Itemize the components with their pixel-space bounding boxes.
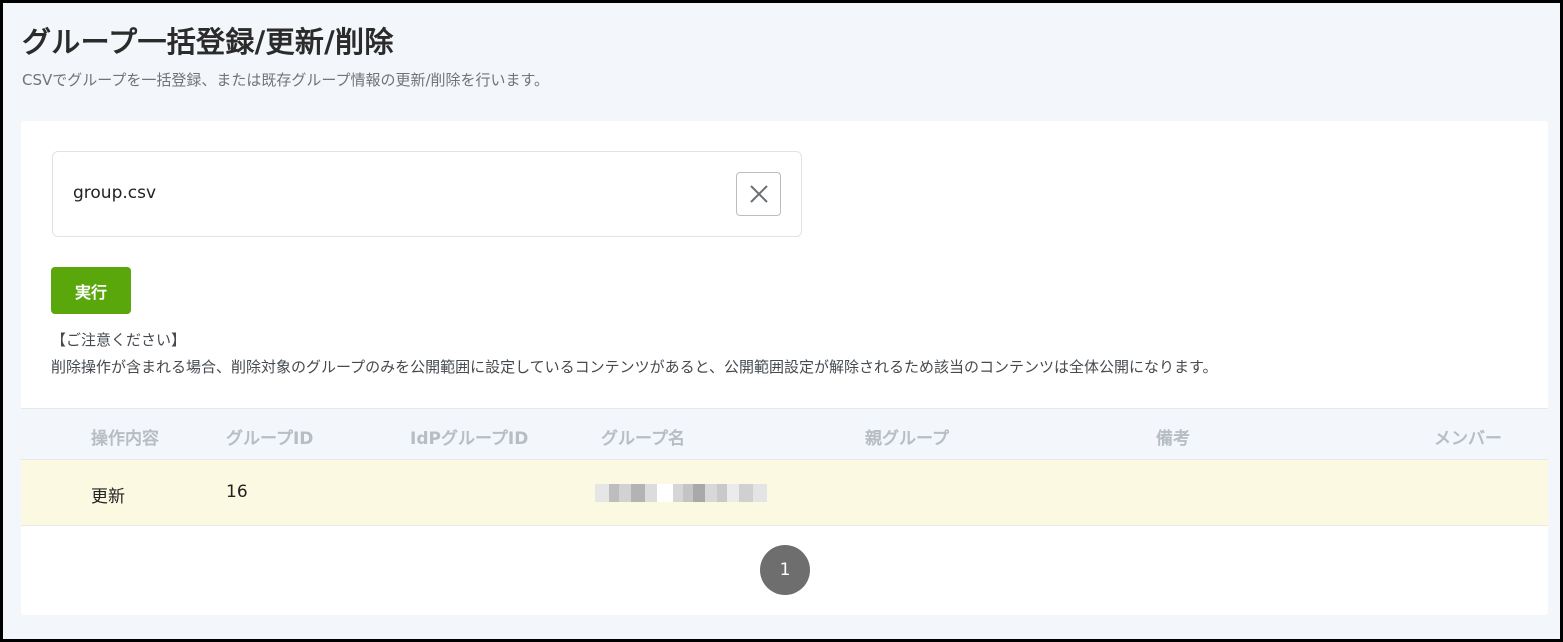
table-row: 更新 16 [21, 460, 1548, 526]
column-header-note: 備考 [1156, 429, 1190, 449]
column-header-idp-group-id: IdPグループID [410, 429, 529, 449]
page-title: グループ一括登録/更新/削除 [22, 25, 394, 59]
main-card: group.csv 実行 【ご注意ください】 削除操作が含まれる場合、削除対象の… [21, 121, 1548, 615]
column-header-members: メンバー [1434, 429, 1502, 449]
close-icon [750, 185, 768, 203]
notice-title: 【ご注意ください】 [51, 331, 187, 349]
page-description: CSVでグループを一括登録、または既存グループ情報の更新/削除を行います。 [22, 71, 550, 89]
cell-operation: 更新 [91, 487, 125, 507]
column-header-group-name: グループ名 [601, 429, 685, 449]
column-header-operation: 操作内容 [91, 429, 159, 449]
file-name: group.csv [73, 183, 157, 203]
app-window: グループ一括登録/更新/削除 CSVでグループを一括登録、または既存グループ情報… [3, 3, 1560, 639]
column-header-group-id: グループID [226, 429, 314, 449]
pagination-page-1[interactable]: 1 [760, 545, 810, 595]
run-button[interactable]: 実行 [51, 267, 131, 314]
cell-group-id: 16 [226, 482, 248, 502]
clear-file-button[interactable] [736, 172, 781, 216]
column-header-parent-group: 親グループ [865, 429, 949, 449]
table-header: 操作内容 グループID IdPグループID グループ名 親グループ 備考 メンバ… [21, 408, 1548, 460]
file-upload-box[interactable]: group.csv [52, 151, 802, 237]
notice-text: 削除操作が含まれる場合、削除対象のグループのみを公開範囲に設定しているコンテンツ… [51, 358, 1218, 376]
cell-group-name-redacted [595, 484, 777, 502]
